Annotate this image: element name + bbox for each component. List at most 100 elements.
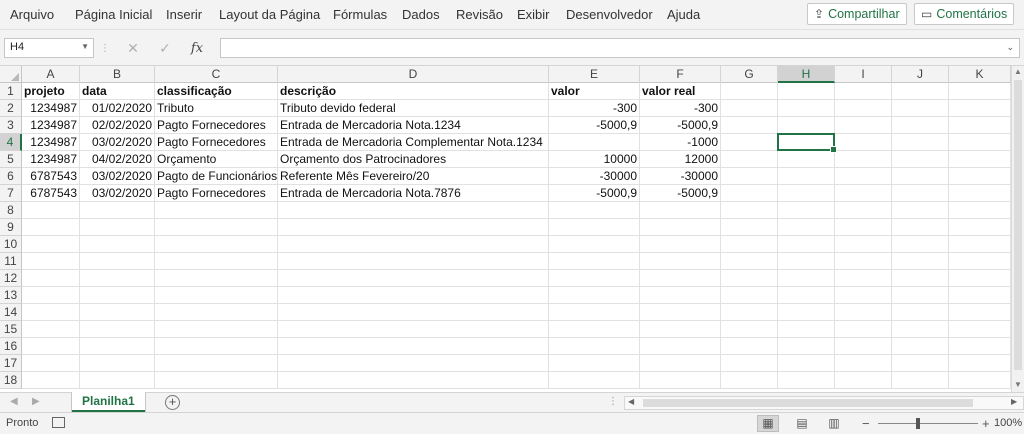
cell[interactable] — [640, 253, 721, 270]
name-box[interactable]: H4 ▼ — [4, 38, 94, 58]
header-cell[interactable] — [778, 83, 835, 100]
menu-arquivo[interactable]: Arquivo — [10, 7, 54, 22]
row-header-8[interactable]: 8 — [0, 202, 22, 219]
cell[interactable]: Tributo — [155, 100, 278, 117]
row-header-15[interactable]: 15 — [0, 321, 22, 338]
scroll-right-icon[interactable]: ▶ — [1011, 397, 1017, 406]
cell[interactable]: 6787543 — [22, 185, 80, 202]
cell[interactable]: Pagto Fornecedores — [155, 117, 278, 134]
cell[interactable] — [835, 253, 892, 270]
cell[interactable] — [721, 117, 778, 134]
cell[interactable] — [549, 338, 640, 355]
cell[interactable] — [778, 236, 835, 253]
cell[interactable] — [778, 287, 835, 304]
cell[interactable] — [892, 219, 949, 236]
column-header-f[interactable]: F — [640, 66, 721, 83]
cell[interactable] — [778, 321, 835, 338]
cell[interactable] — [835, 117, 892, 134]
cell[interactable] — [22, 270, 80, 287]
cell[interactable] — [721, 304, 778, 321]
zoom-level[interactable]: 100% — [994, 417, 1022, 429]
cell[interactable]: 02/02/2020 — [80, 117, 155, 134]
cell[interactable] — [892, 236, 949, 253]
cell[interactable] — [155, 236, 278, 253]
horizontal-scroll-thumb[interactable] — [643, 399, 973, 407]
row-header-2[interactable]: 2 — [0, 100, 22, 117]
zoom-slider-thumb[interactable] — [916, 418, 920, 429]
add-sheet-icon[interactable]: + — [165, 395, 180, 410]
cell[interactable]: 1234987 — [22, 117, 80, 134]
cell[interactable] — [155, 219, 278, 236]
cell[interactable] — [640, 236, 721, 253]
cell[interactable] — [278, 270, 549, 287]
cell[interactable] — [949, 270, 1011, 287]
column-header-g[interactable]: G — [721, 66, 778, 83]
cell[interactable]: Entrada de Mercadoria Nota.1234 — [278, 117, 549, 134]
cell[interactable] — [640, 372, 721, 389]
cell[interactable] — [835, 168, 892, 185]
cell[interactable] — [22, 219, 80, 236]
row-header-13[interactable]: 13 — [0, 287, 22, 304]
cell[interactable] — [778, 219, 835, 236]
cell[interactable] — [892, 372, 949, 389]
cell[interactable] — [80, 355, 155, 372]
cell[interactable] — [721, 270, 778, 287]
cell[interactable] — [949, 202, 1011, 219]
header-cell[interactable]: data — [80, 83, 155, 100]
cell[interactable] — [80, 338, 155, 355]
cell[interactable] — [640, 287, 721, 304]
cell[interactable]: 1234987 — [22, 134, 80, 151]
cell[interactable] — [892, 202, 949, 219]
cell[interactable] — [835, 185, 892, 202]
cell[interactable] — [778, 338, 835, 355]
cell[interactable] — [549, 253, 640, 270]
cell[interactable] — [892, 100, 949, 117]
cell[interactable] — [721, 151, 778, 168]
cell[interactable] — [721, 338, 778, 355]
header-cell[interactable]: classificação — [155, 83, 278, 100]
normal-view-icon[interactable]: ▦ — [757, 415, 779, 432]
cell[interactable] — [949, 372, 1011, 389]
column-header-a[interactable]: A — [22, 66, 80, 83]
page-layout-view-icon[interactable]: ▤ — [791, 415, 813, 432]
cell[interactable]: Tributo devido federal — [278, 100, 549, 117]
cell[interactable] — [949, 100, 1011, 117]
cell[interactable] — [778, 168, 835, 185]
row-header-5[interactable]: 5 — [0, 151, 22, 168]
cell[interactable] — [22, 304, 80, 321]
cell[interactable] — [640, 355, 721, 372]
row-header-18[interactable]: 18 — [0, 372, 22, 389]
cell[interactable]: 10000 — [549, 151, 640, 168]
cell[interactable]: Entrada de Mercadoria Complementar Nota.… — [278, 134, 549, 151]
cell[interactable] — [892, 338, 949, 355]
cell[interactable] — [278, 236, 549, 253]
cell[interactable] — [721, 355, 778, 372]
zoom-slider-track[interactable] — [878, 423, 978, 424]
cell[interactable] — [80, 287, 155, 304]
scroll-left-icon[interactable]: ◀ — [628, 397, 634, 406]
cell[interactable] — [80, 321, 155, 338]
cell[interactable] — [892, 134, 949, 151]
cell[interactable] — [835, 219, 892, 236]
menu-inserir[interactable]: Inserir — [166, 7, 202, 22]
cell[interactable]: 6787543 — [22, 168, 80, 185]
cell[interactable]: Pagto Fornecedores — [155, 185, 278, 202]
drag-handle-icon[interactable]: ⋮ — [100, 43, 110, 54]
cell[interactable] — [155, 202, 278, 219]
cell[interactable] — [778, 185, 835, 202]
cell[interactable]: 03/02/2020 — [80, 185, 155, 202]
cell[interactable] — [835, 100, 892, 117]
cell[interactable] — [835, 372, 892, 389]
cell[interactable] — [22, 321, 80, 338]
cell[interactable] — [155, 355, 278, 372]
cell[interactable]: 03/02/2020 — [80, 168, 155, 185]
cell[interactable]: 04/02/2020 — [80, 151, 155, 168]
cell[interactable] — [22, 372, 80, 389]
cell[interactable] — [835, 287, 892, 304]
cell[interactable]: -300 — [549, 100, 640, 117]
zoom-out-button[interactable]: − — [862, 416, 870, 431]
scroll-down-icon[interactable]: ▼ — [1014, 380, 1022, 389]
cell[interactable] — [892, 270, 949, 287]
insert-function-icon[interactable]: fx — [186, 41, 208, 56]
cell[interactable] — [949, 304, 1011, 321]
